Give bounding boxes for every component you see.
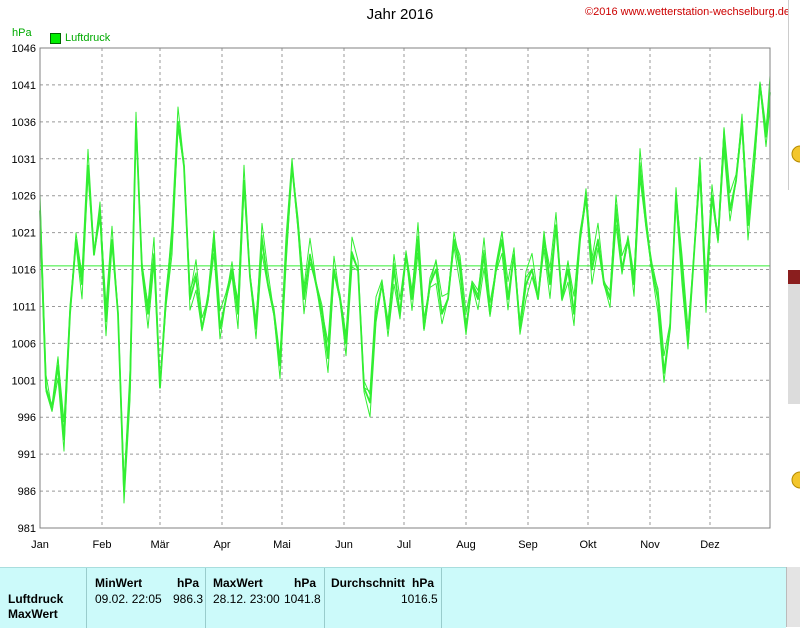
y-tick-label: 1001 [12,375,36,387]
x-tick-label: Mär [151,539,170,551]
y-unit-label: hPa [12,27,32,39]
avg-value: 1016.5 [401,592,438,606]
y-tick-label: 991 [18,449,36,461]
x-tick-label: Mai [273,539,291,551]
y-tick-label: 1036 [12,117,36,129]
y-tick-label: 1006 [12,338,36,350]
min-time: 09.02. 22:05 [95,592,162,606]
avg-unit: hPa [412,576,435,590]
x-tick-label: Aug [456,539,476,551]
row-label-maxwert: MaxWert [8,607,58,621]
stats-col-avg: Durchschnitt hPa 1016.5 [324,568,441,628]
stats-col-min: MinWert hPa 09.02. 22:05 986.3 [86,568,205,628]
pressure-chart: 1046 1041 1036 1031 1026 1021 1016 1011 1006 1001… [12,43,771,551]
row-label-luftdruck: Luftdruck [8,592,64,606]
x-tick-labels: Jan Feb Mär Apr Mai Jun Jul Aug Sep Okt Nov Dez [31,539,720,551]
min-head: MinWert [95,576,143,590]
x-tick-label: Feb [93,539,112,551]
y-tick-label: 1041 [12,80,36,92]
x-tick-label: Nov [640,539,660,551]
series-lines [39,75,771,504]
y-tick-label: 1021 [12,228,36,240]
x-tick-label: Jul [397,539,411,551]
x-tick-label: Okt [579,539,596,551]
y-tick-label: 1026 [12,191,36,203]
stats-col-end [441,568,443,628]
y-tick-label: 1031 [12,154,36,166]
weather-icon-2 [788,465,800,495]
y-tick-labels: 1046 1041 1036 1031 1026 1021 1016 1011 1006 1001… [12,43,36,535]
stats-col-max: MaxWert hPa 28.12. 23:00 1041.8 [205,568,324,628]
max-head: MaxWert [213,576,263,590]
vertical-scrollbar[interactable] [786,567,800,627]
x-tick-label: Jan [31,539,49,551]
x-tick-label: Dez [700,539,720,551]
min-value: 986.3 [173,592,204,606]
x-tick-label: Jun [335,539,353,551]
max-unit: hPa [294,576,317,590]
legend: Luftdruck [50,32,110,44]
max-value: 1041.8 [284,592,321,606]
legend-swatch [50,32,61,44]
y-tick-label: 986 [18,486,36,498]
x-tick-label: Apr [213,539,230,551]
y-tick-label: 1016 [12,265,36,277]
weather-icon [788,140,800,168]
right-edge-strip [788,0,800,627]
y-tick-label: 981 [18,523,36,535]
stats-row-labels: Luftdruck MaxWert [8,592,63,622]
strip-red-bar [788,270,800,284]
series-trace [39,75,771,486]
legend-label: Luftdruck [65,32,111,44]
y-tick-label: 1011 [12,301,36,313]
stats-panel: Luftdruck MaxWert MinWert hPa 09.02. 22:… [0,567,786,628]
strip-grey [788,284,800,404]
avg-head: Durchschnitt [331,576,406,590]
y-tick-label: 996 [18,412,36,424]
min-unit: hPa [177,576,200,590]
copyright-text: ©2016 www.wetterstation-wechselburg.de [585,6,790,18]
max-time: 28.12. 23:00 [213,592,280,606]
y-tick-label: 1046 [12,43,36,55]
x-tick-label: Sep [518,539,538,551]
